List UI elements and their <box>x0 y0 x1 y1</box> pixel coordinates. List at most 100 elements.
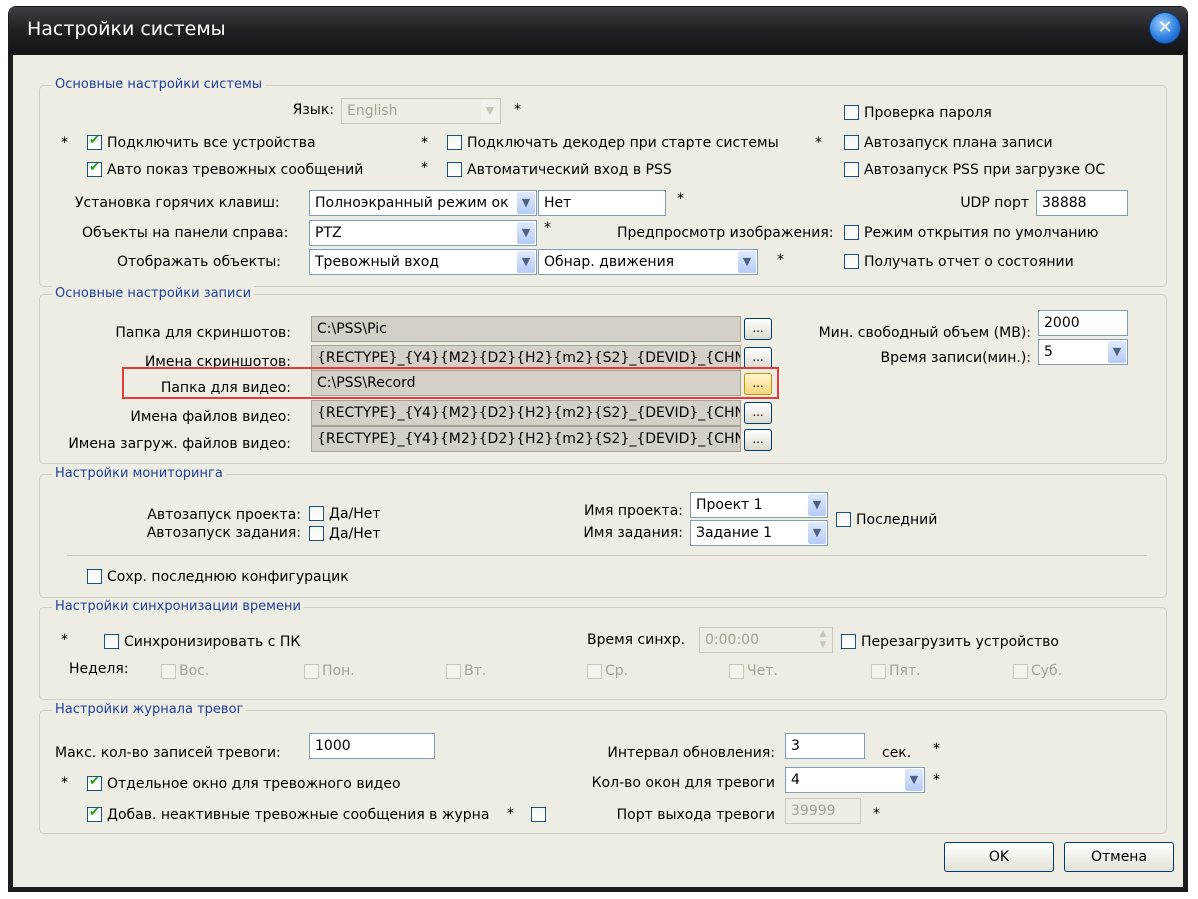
right-panel-label: Объекты на панели справа: <box>82 225 289 241</box>
max-records-value: 1000 <box>315 738 351 754</box>
chevron-down-icon: ▼ <box>738 251 756 273</box>
chevron-down-icon: ▼ <box>517 222 535 244</box>
right-panel-select[interactable]: PTZ ▼ <box>309 220 537 246</box>
day-label-sat: Суб. <box>1031 663 1063 679</box>
rec-time-select[interactable]: 5 ▼ <box>1038 339 1128 365</box>
group-title-monitoring: Настройки мониторинга <box>52 465 226 482</box>
screens-folder-value: C:\PSS\Pic <box>317 321 387 337</box>
day-checkbox-fri[interactable] <box>871 664 886 679</box>
sync-time-input[interactable]: 0:00:00 ▲ ▼ <box>699 627 833 653</box>
download-names-field[interactable]: {RECTYPE}_{Y4}{M2}{D2}{H2}{m2}{S2}_{DEVI… <box>311 426 741 452</box>
download-names-label: Имена загруж. файлов видео: <box>68 436 291 452</box>
autostart-task-yesno: Да/Нет <box>329 526 381 542</box>
connect-all-label: Подключить все устройства <box>107 135 316 151</box>
chevron-down-icon: ▼ <box>808 522 826 544</box>
day-checkbox-mon[interactable] <box>304 664 319 679</box>
close-button[interactable]: ✕ <box>1149 12 1181 44</box>
day-checkbox-tue[interactable] <box>446 664 461 679</box>
required-mark: * <box>421 135 428 151</box>
task-name-select[interactable]: Задание 1 ▼ <box>690 520 828 546</box>
autostart-plan-label: Автозапуск плана записи <box>864 135 1053 151</box>
day-label-tue: Вт. <box>464 663 487 679</box>
auto-show-alarm-checkbox[interactable] <box>87 160 102 177</box>
download-names-browse-button[interactable]: ... <box>744 429 772 451</box>
alarm-port-value: 39999 <box>791 803 836 819</box>
screens-names-value: {RECTYPE}_{Y4}{M2}{D2}{H2}{m2}{S2}_{DEVI… <box>317 350 741 366</box>
day-checkbox-wed[interactable] <box>587 664 602 679</box>
autostart-project-checkbox[interactable] <box>309 506 324 521</box>
right-panel-value: PTZ <box>315 225 342 241</box>
project-name-select[interactable]: Проект 1 ▼ <box>690 492 828 518</box>
language-value: English <box>347 103 398 119</box>
required-mark: * <box>421 160 428 176</box>
ok-button[interactable]: OK <box>944 842 1054 872</box>
settings-dialog: Настройки системы ✕ Основные настройки с… <box>8 6 1188 892</box>
max-records-input[interactable]: 1000 <box>309 733 435 759</box>
separator <box>67 555 1147 556</box>
connect-decoder-label: Подключать декодер при старте системы <box>467 135 779 151</box>
screens-folder-browse-button[interactable]: ... <box>744 318 772 340</box>
connect-decoder-checkbox[interactable] <box>447 135 462 150</box>
language-select[interactable]: English ▼ <box>341 98 501 124</box>
autostart-plan-checkbox[interactable] <box>844 135 859 150</box>
cancel-button[interactable]: Отмена <box>1064 842 1174 872</box>
alarm-windows-select[interactable]: 4 ▼ <box>785 767 925 793</box>
rec-time-value: 5 <box>1044 344 1053 360</box>
required-mark: * <box>677 191 684 207</box>
add-inactive-extra-checkbox[interactable] <box>531 807 546 822</box>
hotkey-select[interactable]: Полноэкранный режим ок ▼ <box>309 190 537 216</box>
day-checkbox-thu[interactable] <box>729 664 744 679</box>
window-title: Настройки системы <box>27 18 226 40</box>
autostart-os-label: Автозапуск PSS при загрузке ОС <box>864 162 1106 178</box>
check-password-checkbox[interactable] <box>844 105 859 120</box>
alarm-windows-value: 4 <box>791 772 800 788</box>
display-objects-value-1: Тревожный вход <box>315 254 440 270</box>
connect-all-checkbox[interactable] <box>87 133 102 150</box>
last-checkbox[interactable] <box>836 512 851 527</box>
last-label: Последний <box>856 512 938 528</box>
reboot-checkbox[interactable] <box>841 634 856 649</box>
chevron-down-icon: ▼ <box>481 100 499 122</box>
video-names-value: {RECTYPE}_{Y4}{M2}{D2}{H2}{m2}{S2}_{DEVI… <box>317 405 741 421</box>
sync-pc-label: Синхронизировать с ПК <box>124 634 301 650</box>
default-open-checkbox[interactable] <box>844 225 859 240</box>
sync-pc-checkbox[interactable] <box>104 634 119 649</box>
add-inactive-checkbox[interactable] <box>87 805 102 822</box>
screens-folder-field[interactable]: C:\PSS\Pic <box>311 316 741 342</box>
alarm-windows-label: Кол-во окон для тревоги <box>591 775 775 791</box>
hotkey-key-input[interactable]: Нет <box>538 190 666 216</box>
day-label-thu: Чет. <box>747 663 778 679</box>
display-objects-select-1[interactable]: Тревожный вход ▼ <box>309 249 537 275</box>
auto-login-label: Автоматический вход в PSS <box>467 162 672 178</box>
video-names-field[interactable]: {RECTYPE}_{Y4}{M2}{D2}{H2}{m2}{S2}_{DEVI… <box>311 400 741 426</box>
auto-login-checkbox[interactable] <box>447 162 462 177</box>
save-last-config-checkbox[interactable] <box>87 569 102 584</box>
status-report-checkbox[interactable] <box>844 254 859 269</box>
separate-window-label: Отдельное окно для тревожного видео <box>107 776 401 792</box>
autostart-os-checkbox[interactable] <box>844 162 859 177</box>
hotkey-value: Полноэкранный режим ок <box>315 195 509 211</box>
group-time-sync: Настройки синхронизации времени <box>39 598 1167 700</box>
video-names-browse-button[interactable]: ... <box>744 402 772 424</box>
required-mark: * <box>933 741 940 757</box>
alarm-port-label: Порт выхода тревоги <box>616 807 775 823</box>
chevron-down-icon: ▼ <box>517 192 535 214</box>
autostart-task-checkbox[interactable] <box>309 526 324 541</box>
screens-names-browse-button[interactable]: ... <box>744 347 772 369</box>
display-objects-select-2[interactable]: Обнар. движения ▼ <box>538 249 758 275</box>
day-checkbox-sun[interactable] <box>161 664 176 679</box>
min-free-input[interactable]: 2000 <box>1038 310 1128 336</box>
close-icon: ✕ <box>1157 17 1173 38</box>
required-mark: * <box>61 632 68 648</box>
reboot-label: Перезагрузить устройство <box>861 634 1059 650</box>
separate-window-checkbox[interactable] <box>87 774 102 791</box>
day-checkbox-sat[interactable] <box>1013 664 1028 679</box>
alarm-port-input[interactable]: 39999 <box>785 798 861 824</box>
project-name-value: Проект 1 <box>696 497 763 513</box>
udp-port-input[interactable]: 38888 <box>1036 190 1128 216</box>
group-title-recording: Основные настройки записи <box>52 285 255 302</box>
required-mark: * <box>815 135 822 151</box>
max-records-label: Макс. кол-во записей тревоги: <box>55 745 281 761</box>
interval-input[interactable]: 3 <box>785 733 865 759</box>
group-title-basic-system: Основные настройки системы <box>52 76 266 93</box>
